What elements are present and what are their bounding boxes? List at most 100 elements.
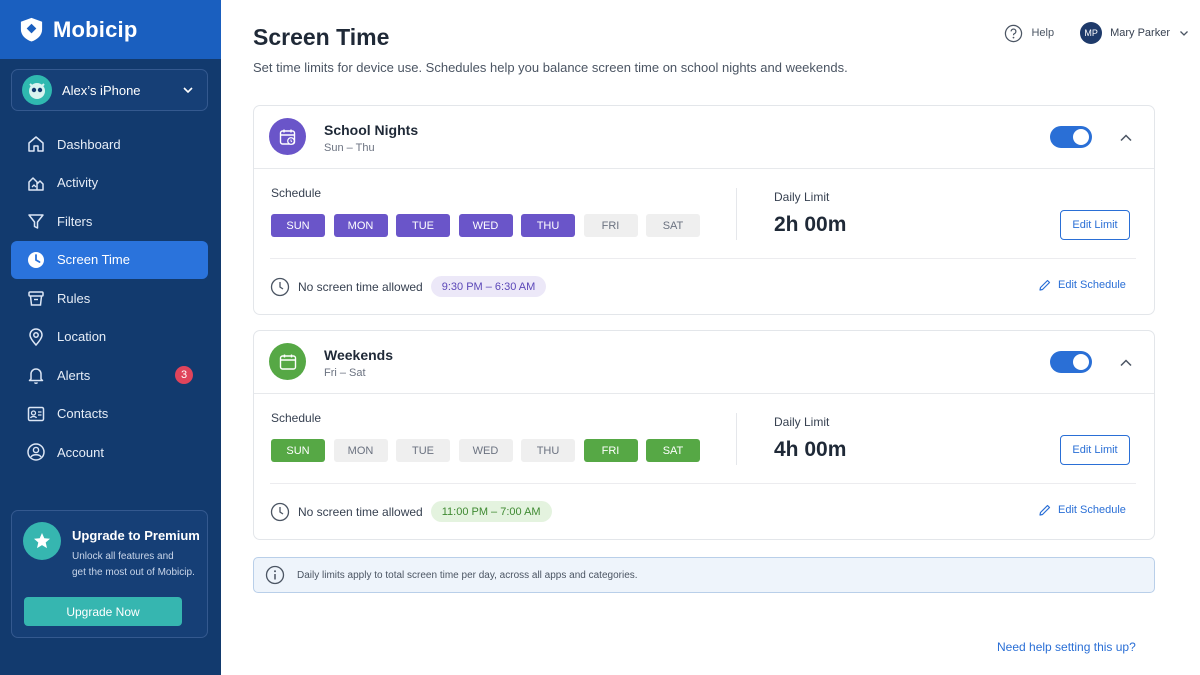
card-title: Weekends [324, 347, 393, 363]
user-name: Mary Parker [1110, 27, 1170, 39]
premium-desc-line: Unlock all features and [72, 551, 174, 562]
edit-schedule-label: Edit Schedule [1058, 504, 1126, 516]
mobicip-logo-icon [20, 17, 43, 42]
help-circle-icon [1005, 24, 1023, 42]
sidebar-item-filters[interactable]: Filters [11, 202, 208, 240]
sidebar: Mobicip Alex’s iPhone Dashboard Activity… [0, 0, 221, 675]
sidebar-item-label: Contacts [57, 406, 109, 421]
card-subtitle: Sun – Thu [324, 142, 375, 154]
edit-schedule-label: Edit Schedule [1058, 279, 1126, 291]
day-chip-thu[interactable]: THU [521, 214, 575, 237]
sidebar-item-label: Account [57, 444, 104, 460]
info-banner: Daily limits apply to total screen time … [253, 557, 1155, 593]
day-chip-mon[interactable]: MON [333, 214, 388, 237]
avatar: MP [1080, 22, 1103, 44]
daily-limit-value: 2h 00m [774, 213, 847, 236]
divider [736, 413, 737, 465]
sidebar-item-alerts[interactable]: Alerts 3 [11, 356, 208, 394]
help-button[interactable]: Help [1004, 24, 1054, 43]
help-setup-link[interactable]: Need help setting this up? [997, 640, 1136, 654]
brand-bar: Mobicip [0, 0, 221, 59]
home-icon [25, 133, 47, 155]
schedule-enabled-toggle[interactable] [1050, 126, 1092, 148]
toggle-knob [1073, 354, 1089, 370]
clock-icon [270, 277, 290, 296]
chevron-down-icon [1180, 31, 1188, 36]
premium-description: Unlock all features and get the most out… [72, 549, 202, 581]
divider [270, 258, 1136, 259]
no-screen-time-label: No screen time allowed [298, 504, 423, 519]
daily-limit-label: Daily Limit [774, 415, 830, 429]
sidebar-item-screen-time[interactable]: Screen Time [11, 240, 208, 279]
device-avatar [22, 75, 52, 105]
schedule-enabled-toggle[interactable] [1050, 351, 1092, 373]
daily-limit-label: Daily Limit [774, 190, 830, 204]
schedule-label: Schedule [271, 186, 322, 200]
card-header: School Nights Sun – Thu [254, 106, 1154, 169]
day-chip-tue[interactable]: TUE [396, 214, 450, 237]
sidebar-item-label: Alerts [57, 367, 91, 383]
edit-schedule-link[interactable]: Edit Schedule [1038, 278, 1126, 292]
upgrade-now-button[interactable]: Upgrade Now [24, 597, 182, 626]
sidebar-item-label: Filters [57, 213, 93, 229]
edit-limit-button[interactable]: Edit Limit [1060, 210, 1130, 240]
info-text: Daily limits apply to total screen time … [297, 569, 638, 581]
day-chip-fri[interactable]: FRI [583, 439, 638, 462]
location-pin-icon [25, 326, 47, 348]
card-subtitle: Fri – Sat [324, 367, 366, 379]
device-name: Alex’s iPhone [62, 82, 141, 98]
day-chip-wed[interactable]: WED [458, 214, 513, 237]
sidebar-item-dashboard[interactable]: Dashboard [11, 125, 208, 163]
sidebar-item-location[interactable]: Location [11, 318, 208, 356]
day-chip-sat[interactable]: SAT [646, 214, 700, 237]
sidebar-item-activity[interactable]: Activity [11, 164, 208, 202]
bell-icon [25, 364, 47, 386]
card-title: School Nights [324, 122, 419, 138]
day-selector: SUN MON TUE WED THU FRI SAT [271, 439, 709, 462]
user-menu[interactable]: MP Mary Parker [1080, 22, 1190, 44]
pencil-icon [1039, 279, 1051, 291]
top-bar: Help MP Mary Parker [1004, 22, 1190, 44]
info-icon [265, 565, 285, 585]
day-chip-sun[interactable]: SUN [271, 214, 325, 237]
no-screen-time-label: No screen time allowed [298, 279, 423, 294]
day-chip-sat[interactable]: SAT [646, 439, 700, 462]
calendar-icon [269, 343, 306, 380]
rules-icon [25, 287, 47, 309]
edit-limit-button[interactable]: Edit Limit [1060, 435, 1130, 465]
no-screen-time-row: No screen time allowed 9:30 PM – 6:30 AM [270, 276, 547, 297]
day-chip-wed[interactable]: WED [458, 439, 513, 462]
chevron-down-icon [183, 87, 193, 94]
schedule-label: Schedule [271, 411, 322, 425]
day-chip-sun[interactable]: SUN [271, 439, 325, 462]
sidebar-item-label: Location [57, 329, 107, 344]
pencil-icon [1039, 504, 1051, 516]
brand-name: Mobicip [53, 16, 138, 42]
day-chip-fri[interactable]: FRI [583, 214, 638, 237]
day-chip-tue[interactable]: TUE [396, 439, 450, 462]
contacts-icon [25, 403, 47, 425]
day-chip-mon[interactable]: MON [333, 439, 388, 462]
premium-upsell-card: Upgrade to Premium Unlock all features a… [11, 510, 208, 638]
sidebar-item-label: Dashboard [57, 136, 121, 152]
sidebar-item-rules[interactable]: Rules [11, 279, 208, 317]
calendar-clock-icon [269, 118, 306, 155]
schedule-card-weekends: Weekends Fri – Sat Schedule SUN MON TUE … [253, 330, 1155, 540]
sidebar-item-label: Screen Time [57, 252, 130, 267]
day-chip-thu[interactable]: THU [521, 439, 575, 462]
premium-desc-line: get the most out of Mobicip. [72, 567, 195, 578]
daily-limit-value: 4h 00m [774, 438, 847, 461]
monster-avatar-icon [29, 83, 45, 99]
card-header: Weekends Fri – Sat [254, 331, 1154, 394]
alerts-count-badge: 3 [175, 366, 193, 384]
divider [736, 188, 737, 240]
page-title: Screen Time [253, 24, 390, 50]
day-selector: SUN MON TUE WED THU FRI SAT [271, 214, 709, 237]
sidebar-item-account[interactable]: Account [11, 433, 208, 471]
device-selector[interactable]: Alex’s iPhone [11, 69, 208, 111]
sidebar-item-contacts[interactable]: Contacts [11, 395, 208, 433]
chevron-up-icon[interactable] [1118, 355, 1134, 371]
chevron-up-icon[interactable] [1118, 130, 1134, 146]
clock-icon [270, 502, 290, 521]
edit-schedule-link[interactable]: Edit Schedule [1038, 503, 1126, 517]
